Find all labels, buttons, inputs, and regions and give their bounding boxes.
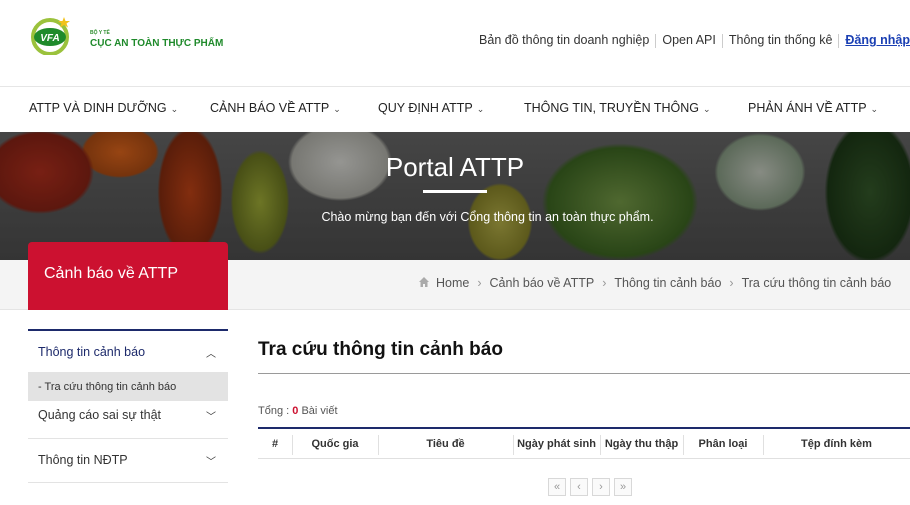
sidebar-subitem-label: - Tra cứu thông tin cảnh báo <box>38 381 177 393</box>
top-links: Bản đồ thông tin doanh nghiệp Open API Thô… <box>479 33 910 48</box>
logo-agency: CỤC AN TOÀN THỰC PHẨM <box>90 38 224 49</box>
link-open-api[interactable]: Open API <box>662 33 716 47</box>
sidebar-item-ndtp[interactable]: Thông tin NĐTP ﹀ <box>28 439 228 483</box>
chevron-right-icon: › <box>477 276 482 290</box>
total-number: 0 <box>292 405 299 417</box>
chevron-down-icon: ⌄ <box>476 104 485 114</box>
col-collected-date: Ngày thu thập <box>604 438 679 450</box>
logo-ministry: BỘ Y TẾ <box>90 30 110 36</box>
sidebar-item-label: Quảng cáo sai sự thật <box>38 408 162 422</box>
sidebar-subitem-text: Tra cứu thông tin cảnh báo <box>44 381 177 393</box>
sidebar-item-false-ads[interactable]: Quảng cáo sai sự thật ﹀ <box>28 401 228 439</box>
chevron-up-icon[interactable]: ︿ <box>206 345 216 360</box>
breadcrumb: Home › Cảnh báo về ATTP › Thông tin cảnh báo… <box>418 276 891 290</box>
col-category: Phân loại <box>698 438 748 450</box>
breadcrumb-warnings[interactable]: Cảnh báo về ATTP <box>490 276 595 290</box>
nav-label: Thông tin, truyền thông <box>524 101 700 115</box>
nav-item-communication[interactable]: Thông tin, truyền thông ⌄ <box>524 101 711 115</box>
breadcrumb-warning-info[interactable]: Thông tin cảnh báo <box>614 276 721 290</box>
nav-item-warnings[interactable]: Cảnh báo về ATTP ⌄ <box>210 101 341 115</box>
nav-item-regulations[interactable]: Quy định ATTP ⌄ <box>378 101 484 115</box>
results-table-header: # Quốc gia Tiêu đề Ngày phát sinh Ngày t… <box>258 427 910 459</box>
chevron-right-icon: › <box>602 276 607 290</box>
home-icon <box>419 277 429 287</box>
banner-underline <box>423 190 487 193</box>
sidebar: Thông tin cảnh báo ︿ - Tra cứu thông tin… <box>28 329 228 483</box>
sidebar-item-label: Thông tin NĐTP <box>38 453 128 467</box>
sidebar-item-label: Thông tin cảnh báo <box>38 345 146 359</box>
breadcrumb-current: Tra cứu thông tin cảnh báo <box>741 276 892 290</box>
nav-item-nutrition[interactable]: ATTP và dinh dưỡng ⌄ <box>29 101 178 115</box>
link-business-map[interactable]: Bản đồ thông tin doanh nghiệp <box>479 33 649 47</box>
section-title: Cảnh báo về ATTP <box>44 265 178 282</box>
col-title: Tiêu đề <box>426 438 465 450</box>
site-logo[interactable]: VFA BỘ Y TẾ CỤC AN TOÀN THỰC PHẨM <box>30 10 230 60</box>
hero-banner: Portal ATTP Chào mừng bạn đến với Cổng t… <box>0 132 910 260</box>
banner-title: Portal ATTP <box>385 152 525 182</box>
chevron-down-icon[interactable]: ﹀ <box>206 453 216 468</box>
link-separator <box>838 33 840 48</box>
nav-label: Phản ánh về ATTP <box>748 101 867 115</box>
top-header: VFA BỘ Y TẾ CỤC AN TOÀN THỰC PHẨM Bản đồ… <box>0 0 910 86</box>
main-nav: ATTP và dinh dưỡng ⌄ Cảnh báo về ATTP ⌄ Qu… <box>0 87 910 132</box>
chevron-down-icon[interactable]: ﹀ <box>206 408 216 423</box>
col-occurred-date: Ngày phát sinh <box>517 438 596 450</box>
chevron-right-icon: › <box>729 276 734 290</box>
banner-subtitle: Chào mừng bạn đến với Cổng thông tin an … <box>321 210 654 224</box>
nav-item-feedback[interactable]: Phản ánh về ATTP ⌄ <box>748 101 878 115</box>
sidebar-item-warning-info[interactable]: Thông tin cảnh báo ︿ <box>28 329 228 373</box>
section-tab: Cảnh báo về ATTP <box>28 242 228 310</box>
col-attachment: Tệp đính kèm <box>801 438 872 450</box>
link-statistics[interactable]: Thông tin thống kê <box>729 33 833 47</box>
next-page-button[interactable]: › <box>592 478 610 496</box>
link-separator <box>655 33 657 48</box>
col-index: # <box>271 438 279 450</box>
nav-label: Cảnh báo về ATTP <box>210 101 330 115</box>
page-title: Tra cứu thông tin cảnh báo <box>258 339 503 360</box>
chevron-down-icon: ⌄ <box>170 104 179 114</box>
nav-label: ATTP và dinh dưỡng <box>29 101 167 115</box>
sidebar-subitem-lookup[interactable]: - Tra cứu thông tin cảnh báo <box>28 373 228 401</box>
first-page-button[interactable]: « <box>548 478 566 496</box>
total-count: Tổng : 0 Bài viết <box>258 405 338 417</box>
login-link[interactable]: Đăng nhập <box>845 33 910 47</box>
nav-label: Quy định ATTP <box>378 101 473 115</box>
chevron-down-icon: ⌄ <box>703 104 711 114</box>
total-unit: Bài viết <box>301 405 338 417</box>
total-label: Tổng : <box>258 405 290 417</box>
link-separator <box>721 33 723 48</box>
chevron-down-icon: ⌄ <box>333 104 341 114</box>
chevron-down-icon: ⌄ <box>870 104 879 114</box>
breadcrumb-home[interactable]: Home <box>436 276 469 290</box>
col-country: Quốc gia <box>311 438 359 450</box>
prev-page-button[interactable]: ‹ <box>570 478 588 496</box>
vfa-logo-icon: VFA <box>31 17 70 55</box>
title-divider <box>258 373 910 374</box>
logo-mark: VFA <box>40 33 59 44</box>
last-page-button[interactable]: » <box>614 478 632 496</box>
